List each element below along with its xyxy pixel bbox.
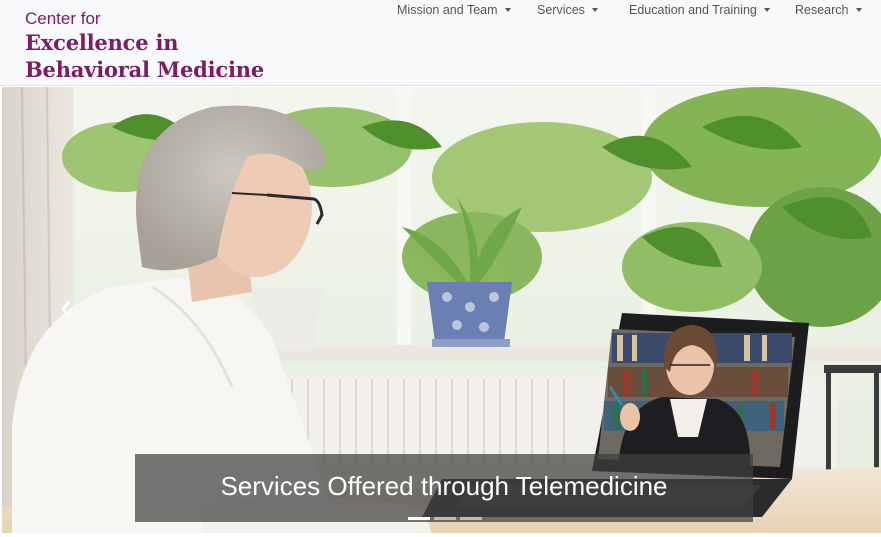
- carousel-caption: Services Offered through Telemedicine: [220, 471, 668, 501]
- nav-education-and-training-label: Education and Training: [629, 3, 757, 17]
- brand-logo-link[interactable]: Center for Excellence in Behavioral Medi…: [25, 9, 264, 83]
- caret-down-icon: [591, 8, 598, 12]
- brand-line-1: Center for: [25, 9, 101, 28]
- nav-research-label: Research: [795, 3, 849, 17]
- chevron-left-icon: [61, 301, 70, 317]
- nav-services-dropdown[interactable]: Services: [537, 0, 598, 20]
- carousel-indicator-2[interactable]: [434, 517, 456, 520]
- nav-services-label: Services: [537, 3, 585, 17]
- brand-line-3: Behavioral Medicine: [25, 57, 264, 82]
- caret-down-icon: [763, 8, 770, 12]
- hero-carousel: Services Offered through Telemedicine: [2, 87, 881, 533]
- brand-line-2: Excellence in: [25, 30, 179, 55]
- nav-research-dropdown[interactable]: Research: [795, 0, 862, 20]
- carousel-indicator-1[interactable]: [408, 517, 430, 520]
- carousel-indicators: [408, 517, 488, 520]
- carousel-prev-button[interactable]: [60, 300, 78, 322]
- carousel-caption-box: Services Offered through Telemedicine: [135, 454, 753, 522]
- nav-education-and-training-dropdown[interactable]: Education and Training: [629, 0, 770, 20]
- navbar: Center for Excellence in Behavioral Medi…: [0, 0, 881, 86]
- caret-down-icon: [504, 8, 511, 12]
- caret-down-icon: [855, 8, 862, 12]
- carousel-indicator-3[interactable]: [460, 517, 482, 520]
- nav-mission-and-team-label: Mission and Team: [397, 3, 498, 17]
- nav-mission-and-team-dropdown[interactable]: Mission and Team: [397, 0, 511, 20]
